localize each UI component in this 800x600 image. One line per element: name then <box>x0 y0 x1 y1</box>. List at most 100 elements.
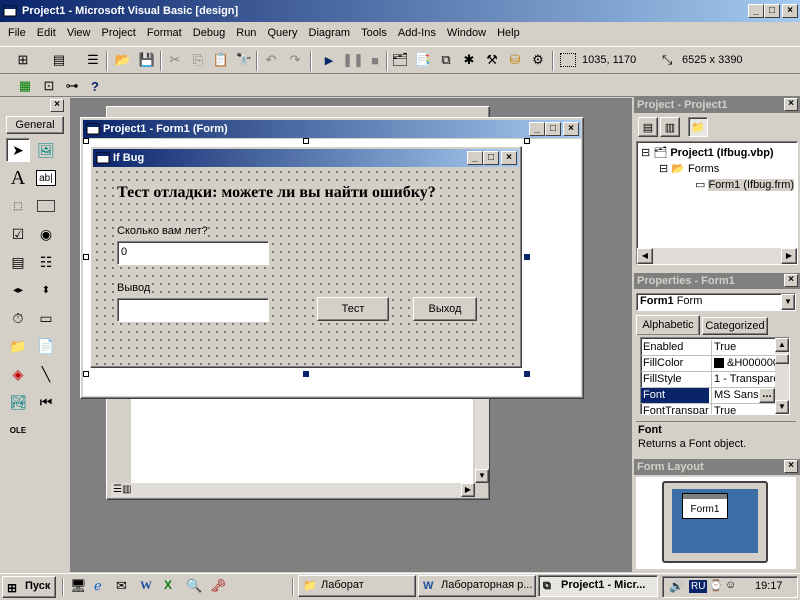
form-layout-close-button[interactable]: × <box>784 460 798 473</box>
menu-file[interactable]: File <box>4 24 30 42</box>
help-icon[interactable]: ? <box>84 75 106 97</box>
add-form-icon[interactable]: ▤ <box>48 49 70 71</box>
properties-window-icon[interactable]: 📑 <box>412 49 434 71</box>
start-icon[interactable]: ▶ <box>318 49 340 71</box>
undo-icon[interactable]: ↶ <box>260 49 282 71</box>
hierarchy-icon[interactable]: ⊶ <box>61 75 83 97</box>
tree-form1-item[interactable]: ▭ Form1 (Ifbug.frm) <box>695 178 795 191</box>
tray-agent-icon[interactable]: ☺ <box>725 579 736 591</box>
quicklaunch-excel-icon[interactable]: X <box>164 578 172 592</box>
save-project-icon[interactable]: 💾 <box>136 49 158 71</box>
toolbox-close-button[interactable]: × <box>50 99 64 112</box>
quicklaunch-outlook-icon[interactable]: ✉ <box>116 578 127 594</box>
timer-icon[interactable]: ⏱ <box>6 306 30 330</box>
end-icon[interactable]: ■ <box>364 49 386 71</box>
bring-to-front-icon[interactable]: ▦ <box>14 75 36 97</box>
toggle-folders-icon[interactable]: 📁 <box>688 117 708 137</box>
redo-icon[interactable]: ↷ <box>284 49 306 71</box>
view-buttons-icon[interactable]: ☰▥ <box>113 484 131 495</box>
quicklaunch-search-icon[interactable]: 🔍 <box>186 578 202 594</box>
form-close-button[interactable]: × <box>501 151 517 165</box>
menu-format[interactable]: Format <box>143 24 186 42</box>
quicklaunch-desktop-icon[interactable]: 🖥 <box>70 578 87 594</box>
form-ifbug[interactable]: If Bug _ □ × Тест отладки: можете ли вы … <box>90 146 522 368</box>
view-object-icon[interactable]: ▥ <box>660 117 680 137</box>
language-indicator[interactable]: RU <box>689 580 708 593</box>
filelistbox-icon[interactable]: 📄 <box>34 334 58 358</box>
form-maximize-button[interactable]: □ <box>483 151 499 165</box>
designer-maximize-button[interactable]: □ <box>545 122 561 136</box>
label-icon[interactable]: A <box>6 166 30 190</box>
volume-icon[interactable]: 🔊 <box>669 579 684 593</box>
main-title-bar[interactable]: Project1 - Microsoft Visual Basic [desig… <box>0 0 800 22</box>
tree-project-node[interactable]: ⊟ 🗂 Project1 (Ifbug.vbp) <box>641 146 774 159</box>
property-row-fillstyle[interactable]: FillStyle 1 - Transparent <box>641 372 775 388</box>
form-minimize-button[interactable]: _ <box>467 151 483 165</box>
designer-close-button[interactable]: × <box>563 122 579 136</box>
background-vscrollbar[interactable]: ▼ <box>475 397 489 483</box>
paste-icon[interactable]: 📋 <box>210 49 232 71</box>
listbox-icon[interactable]: ☷ <box>34 250 58 274</box>
project-explorer-icon[interactable]: 🗂 <box>389 49 411 71</box>
project-tree-hscrollbar[interactable]: ◀ ▶ <box>637 248 797 264</box>
optionbutton-icon[interactable]: ◉ <box>34 222 58 246</box>
menu-diagram[interactable]: Diagram <box>305 24 355 42</box>
object-browser-icon[interactable]: ✱ <box>458 49 480 71</box>
test-button[interactable]: Тест <box>317 297 389 321</box>
hscrollbar-icon[interactable]: ◂▸ <box>6 278 30 302</box>
drivelistbox-icon[interactable]: ▭ <box>34 306 58 330</box>
frame-icon[interactable]: ⬚ <box>6 194 30 218</box>
start-button[interactable]: ⊞ Пуск <box>2 576 56 598</box>
toolbox-tab-general[interactable]: General <box>6 116 64 134</box>
tree-forms-folder[interactable]: ⊟ 📂 Forms <box>659 162 719 175</box>
view-code-icon[interactable]: ▤ <box>638 117 658 137</box>
ole-icon[interactable]: OLE <box>6 418 30 442</box>
menu-query[interactable]: Query <box>264 24 302 42</box>
copy-icon[interactable]: ⎘ <box>187 49 209 71</box>
data-control-icon[interactable]: ⏮ <box>34 390 58 414</box>
menu-view[interactable]: View <box>63 24 95 42</box>
maximize-button[interactable]: □ <box>764 4 780 18</box>
taskbar-task-2[interactable]: W Лабораторная р... <box>418 575 536 597</box>
object-selector[interactable]: Form1 Form ▼ <box>636 293 796 311</box>
toolbox-icon[interactable]: ⚒ <box>481 49 503 71</box>
taskbar-task-3-active[interactable]: ⧉ Project1 - Micr... <box>538 575 658 597</box>
menu-help[interactable]: Help <box>493 24 524 42</box>
line-icon[interactable]: ╲ <box>34 362 58 386</box>
font-ellipsis-button[interactable]: ... <box>759 388 775 403</box>
output-field[interactable] <box>117 298 269 322</box>
minimize-button[interactable]: _ <box>748 4 764 18</box>
commandbutton-icon[interactable] <box>34 194 58 218</box>
menu-debug[interactable]: Debug <box>189 24 229 42</box>
object-selector-dropdown-icon[interactable]: ▼ <box>781 294 795 310</box>
vscrollbar-icon[interactable]: ⬍ <box>34 278 58 302</box>
textbox-icon[interactable]: ab| <box>36 170 56 186</box>
project-explorer-close-button[interactable]: × <box>784 98 798 111</box>
close-button[interactable]: × <box>782 4 798 18</box>
taskbar-task-1[interactable]: 📁 Лаборат <box>298 575 416 597</box>
property-row-font[interactable]: Font MS Sans Serif ... <box>641 388 775 404</box>
menu-edit[interactable]: Edit <box>33 24 60 42</box>
image-icon[interactable]: 🏞 <box>6 390 30 414</box>
tray-network-icon[interactable]: ⌚ <box>709 579 723 592</box>
quicklaunch-word-icon[interactable]: W <box>140 578 152 593</box>
exit-button[interactable]: Выход <box>413 297 477 321</box>
menu-tools[interactable]: Tools <box>357 24 391 42</box>
designer-minimize-button[interactable]: _ <box>529 122 545 136</box>
shape-icon[interactable]: ◈ <box>6 362 30 386</box>
menu-add-ins[interactable]: Add-Ins <box>394 24 440 42</box>
menu-run[interactable]: Run <box>232 24 260 42</box>
properties-close-button[interactable]: × <box>784 274 798 287</box>
tab-categorized[interactable]: Categorized <box>702 317 768 335</box>
property-row-enabled[interactable]: Enabled True <box>641 340 775 356</box>
background-hscrollbar[interactable]: ▶ <box>111 483 475 497</box>
age-input[interactable]: 0 <box>117 241 269 265</box>
break-icon[interactable]: ❚❚ <box>342 49 364 71</box>
component-manager-icon[interactable]: ⚙ <box>527 49 549 71</box>
picturebox-icon[interactable]: 🖼 <box>34 138 58 162</box>
find-icon[interactable]: 🔭 <box>233 49 255 71</box>
property-row-fillcolor[interactable]: FillColor &H00000000& <box>641 356 775 372</box>
form-layout-icon[interactable]: ⧉ <box>435 49 457 71</box>
property-row-fonttransparent[interactable]: FontTransparent True <box>641 404 775 414</box>
cut-icon[interactable]: ✂ <box>164 49 186 71</box>
